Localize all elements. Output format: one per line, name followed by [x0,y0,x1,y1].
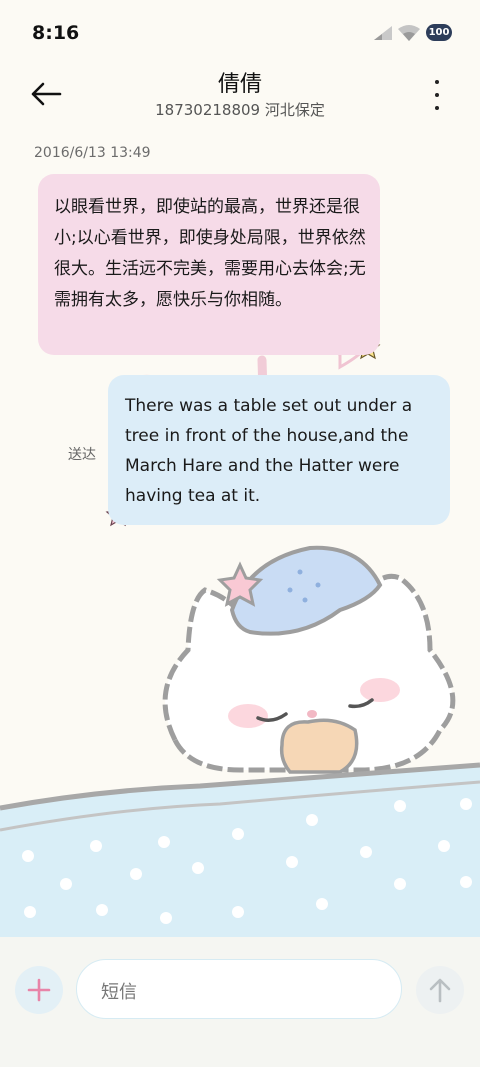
conversation-header: 倩倩 18730218809 河北保定 [0,62,480,128]
status-bar: 8:16 100 [0,0,480,66]
message-timestamp: 2016/6/13 13:49 [34,145,151,161]
status-icons: 100 [374,24,452,41]
message-text: 以眼看世界，即使站的最高，世界还是很小;以心看世界，即使身处局限，世界依然很大。… [54,197,366,310]
add-icon [27,978,51,1002]
contact-name: 倩倩 [217,72,262,97]
clock: 8:16 [32,22,80,44]
send-arrow-icon [429,978,451,1003]
sleeping-cat [162,545,456,774]
more-options-button[interactable] [432,80,442,110]
message-text: There was a table set out under a tree i… [125,396,413,506]
contact-detail: 18730218809 河北保定 [155,101,325,119]
wifi-icon [398,24,420,41]
more-vertical-icon [435,80,439,84]
delivery-status: 送达 [68,447,96,463]
outgoing-message-bubble[interactable]: There was a table set out under a tree i… [108,375,450,525]
signal-icon [374,25,392,40]
input-placeholder: 短信 [101,982,137,1003]
send-button[interactable] [416,966,464,1014]
message-composer: 短信 [0,937,480,1067]
add-attachment-button[interactable] [15,966,63,1014]
message-input[interactable]: 短信 [76,959,402,1019]
battery-icon: 100 [426,24,452,41]
incoming-message-bubble[interactable]: 以眼看世界，即使站的最高，世界还是很小;以心看世界，即使身处局限，世界依然很大。… [38,174,380,355]
blanket [0,765,480,937]
